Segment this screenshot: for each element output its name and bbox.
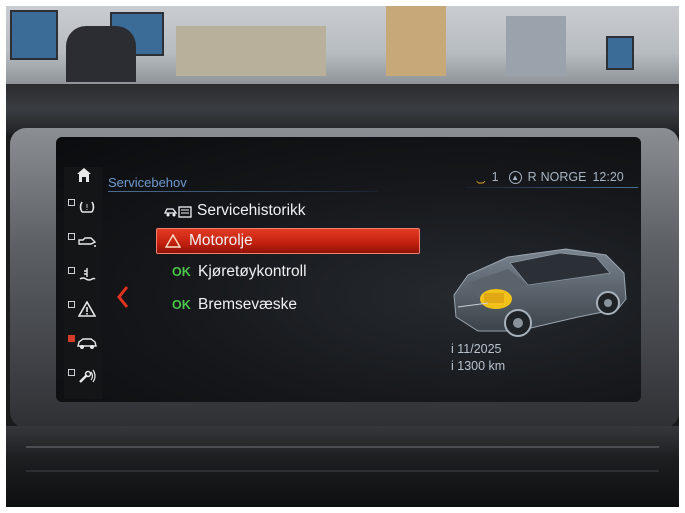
car-service-icon	[77, 338, 97, 349]
car-profile-icon: ⏡	[476, 169, 486, 184]
tire-pressure-icon: !	[79, 201, 95, 213]
menu-item-motorolje[interactable]: Motorolje	[156, 228, 420, 254]
svg-text:!: !	[85, 203, 88, 212]
menu-item-vehicle-check[interactable]: OK Kjøretøykontroll	[172, 260, 434, 284]
rail-car-service[interactable]	[64, 329, 102, 357]
status-divider	[466, 187, 638, 188]
menu-label: Bremsevæske	[198, 296, 298, 313]
rail-checkbox	[68, 267, 75, 274]
background-cabinet	[506, 16, 566, 76]
due-distance: i 1300 km	[451, 359, 506, 373]
background-shelf	[176, 26, 326, 76]
menu-label: Servicehistorikk	[197, 202, 306, 219]
warning-triangle-icon	[78, 301, 96, 317]
service-history-icon	[164, 206, 192, 218]
rail-warnings[interactable]	[64, 295, 102, 323]
oil-can-icon	[78, 237, 97, 247]
rail-checkbox-checked	[68, 335, 75, 342]
warning-badge	[157, 234, 183, 248]
rail-checkbox	[68, 199, 75, 206]
trim-line	[26, 470, 659, 472]
trim-line	[26, 446, 659, 448]
car-illustration	[453, 248, 627, 337]
rail-oil[interactable]	[64, 227, 102, 255]
rail-checkbox	[68, 369, 75, 376]
rail-coolant[interactable]	[64, 261, 102, 289]
car-count: 1	[491, 170, 499, 184]
page-title: Servicebehov	[108, 175, 187, 190]
warning-triangle-icon	[165, 234, 181, 248]
radio-station: NORGE	[540, 170, 587, 184]
clock: 12:20	[592, 170, 624, 184]
wrench-phone-icon	[79, 369, 96, 383]
ok-badge: OK	[172, 265, 191, 279]
menu-label: Motorolje	[189, 232, 253, 249]
dashboard-top	[6, 84, 679, 134]
due-date: i 11/2025	[451, 342, 502, 356]
status-bar: ⏡ 1 ▲ R NORGE 12:20	[476, 167, 636, 187]
menu-item-brake-fluid[interactable]: OK Bremsevæske	[172, 293, 434, 317]
rail-tire-pressure[interactable]: !	[64, 193, 102, 221]
radio-mode: R	[527, 170, 537, 184]
menu-label: Kjøretøykontroll	[198, 263, 307, 280]
infotainment-screen: ! Servicebehov ⏡ 1 ▲ R NORGE 12:20 Servi…	[56, 137, 641, 402]
background-monitor	[10, 10, 58, 60]
rail-teleservice[interactable]	[64, 363, 102, 391]
side-rail: !	[64, 167, 102, 399]
ok-badge: OK	[172, 298, 191, 312]
rail-checkbox	[68, 301, 75, 308]
title-divider	[108, 191, 378, 192]
home-icon	[77, 168, 91, 182]
coolant-icon	[79, 268, 96, 281]
workshop-background	[6, 6, 679, 84]
background-door	[386, 6, 446, 76]
menu-item-service-history[interactable]: Servicehistorikk	[156, 199, 418, 223]
background-person	[66, 26, 136, 82]
background-monitor	[606, 36, 634, 70]
back-chevron-icon[interactable]	[114, 285, 132, 309]
rail-checkbox	[68, 233, 75, 240]
dashboard-bottom	[6, 426, 679, 507]
rail-home[interactable]	[64, 161, 102, 189]
radio-icon: ▲	[508, 170, 522, 184]
